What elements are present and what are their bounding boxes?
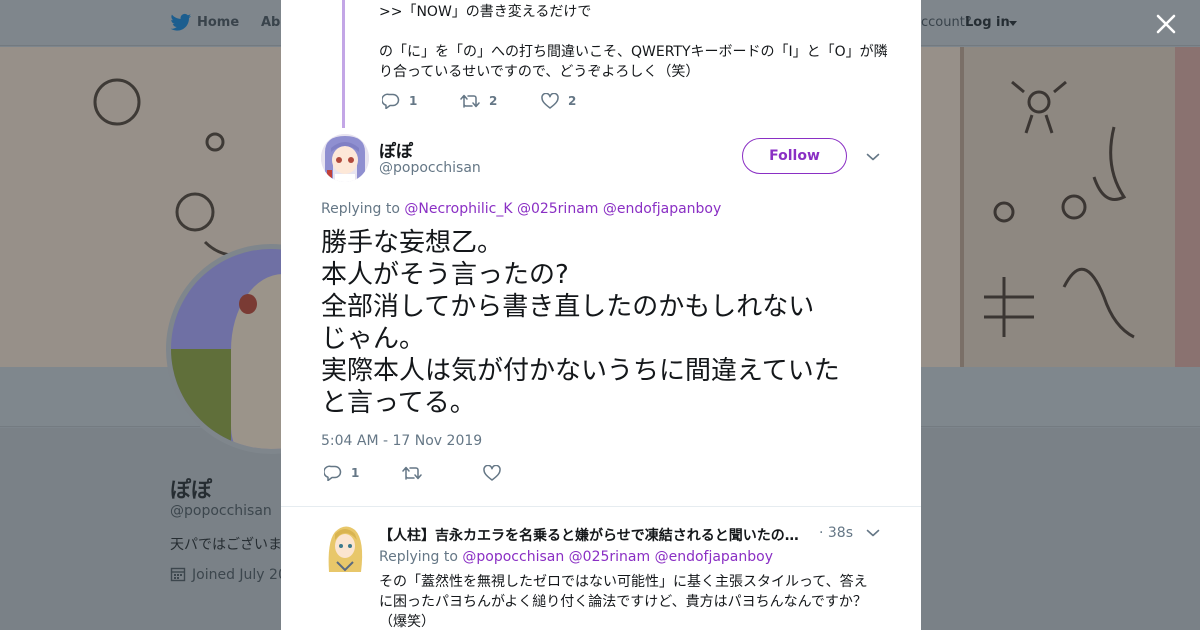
reply-tweet-time[interactable]: · 38s: [819, 525, 853, 541]
replying-to-label: Replying to: [321, 201, 400, 217]
main-tweet-timestamp[interactable]: 5:04 AM - 17 Nov 2019: [321, 433, 482, 449]
mention-link[interactable]: @Necrophilic_K: [404, 201, 512, 217]
profile-handle[interactable]: @popocchisan: [170, 503, 272, 519]
tweet-text-line: 実際本人は気が付かないうちに間違えていた: [321, 356, 840, 386]
mention-link[interactable]: @popocchisan: [462, 549, 564, 565]
mention-link[interactable]: @025rinam: [569, 549, 650, 565]
profile-joined-date: Joined July 20: [192, 567, 287, 583]
main-tweet-author-name[interactable]: ぽぽ: [379, 137, 413, 162]
chevron-down-icon[interactable]: [866, 528, 880, 538]
mention-link[interactable]: @endofjapanboy: [603, 201, 721, 217]
reply-tweet-text: その「蓋然性を無視したゼロではない可能性」に基く主張スタイルって、答えに困ったパ…: [379, 574, 868, 630]
main-reply-action[interactable]: 1: [324, 465, 359, 481]
heart-icon: [541, 93, 559, 109]
tweet-text-line: 全部消してから書き直したのかもしれない: [321, 292, 815, 322]
banner-paper: [960, 47, 1175, 367]
previous-tweet-text-line2: の「に」を「の」への打ち間違いこそ、QWERTYキーボードの「I」と「O」が隣り…: [379, 44, 888, 80]
reply-tweet-author-name[interactable]: 【人柱】吉永カエラを名乗ると嫌がらせで凍結されると聞いたので試してみた: [379, 525, 804, 545]
mention-link[interactable]: @endofjapanboy: [655, 549, 773, 565]
heart-icon: [483, 465, 501, 481]
avatar-illustration: [321, 134, 369, 182]
caret-down-icon[interactable]: [1009, 21, 1017, 26]
main-tweet-avatar[interactable]: [321, 134, 369, 182]
previous-reply-action[interactable]: 1: [382, 93, 417, 109]
reply-icon: [382, 93, 400, 109]
tweet-modal: >>「NOW」の書き変えるだけで の「に」を「の」への打ち間違いこそ、QWERT…: [281, 0, 921, 630]
replying-to-label: Replying to: [379, 549, 458, 565]
main-tweet-text: 勝手な妄想乙。 本人がそう言ったの? 全部消してから書き直したのかもしれない じ…: [321, 227, 896, 419]
follow-button[interactable]: Follow: [742, 138, 847, 174]
reply-tweet-avatar[interactable]: [321, 522, 369, 574]
tweet-text-line: と言ってる。: [321, 388, 476, 418]
previous-retweet-action[interactable]: 2: [460, 93, 497, 109]
nav-home-link[interactable]: Home: [197, 15, 239, 30]
banner-drawing: [984, 80, 1135, 339]
tweet-text-line: 本人がそう言ったの?: [321, 260, 569, 290]
reply-avatar-illustration: [321, 522, 369, 574]
mention-link[interactable]: @025rinam: [517, 201, 598, 217]
main-tweet-replying-to: Replying to @Necrophilic_K @025rinam @en…: [321, 201, 721, 217]
previous-tweet-text-line1: >>「NOW」の書き変えるだけで: [379, 4, 592, 20]
main-retweet-action[interactable]: [402, 465, 422, 481]
previous-like-count: 2: [568, 94, 577, 108]
avatar-foliage: [171, 349, 231, 449]
close-icon[interactable]: [1154, 12, 1178, 36]
main-like-action[interactable]: [483, 465, 501, 481]
avatar-eye: [239, 294, 257, 314]
retweet-icon: [460, 94, 480, 108]
bird-icon[interactable]: [170, 13, 192, 33]
reply-icon: [324, 465, 342, 481]
login-link[interactable]: Log in: [965, 15, 1010, 30]
retweet-icon: [402, 466, 422, 480]
reply-tweet-replying-to: Replying to @popocchisan @025rinam @endo…: [379, 549, 773, 565]
profile-name: ぽぽ: [170, 478, 212, 502]
chevron-down-icon[interactable]: [866, 152, 880, 162]
tweet-text-line: じゃん。: [321, 324, 426, 354]
main-tweet-author-handle[interactable]: @popocchisan: [379, 160, 481, 176]
main-reply-count: 1: [351, 466, 360, 480]
previous-like-action[interactable]: 2: [541, 93, 576, 109]
previous-retweet-count: 2: [489, 94, 498, 108]
profile-bio: 天パではございま: [170, 537, 282, 553]
thread-connector-line: [342, 0, 345, 128]
tweet-text-line: 勝手な妄想乙。: [321, 228, 504, 258]
previous-reply-count: 1: [409, 94, 418, 108]
banner-edge: [1175, 47, 1200, 367]
calendar-icon: [170, 567, 186, 582]
reply-divider: [281, 506, 921, 507]
